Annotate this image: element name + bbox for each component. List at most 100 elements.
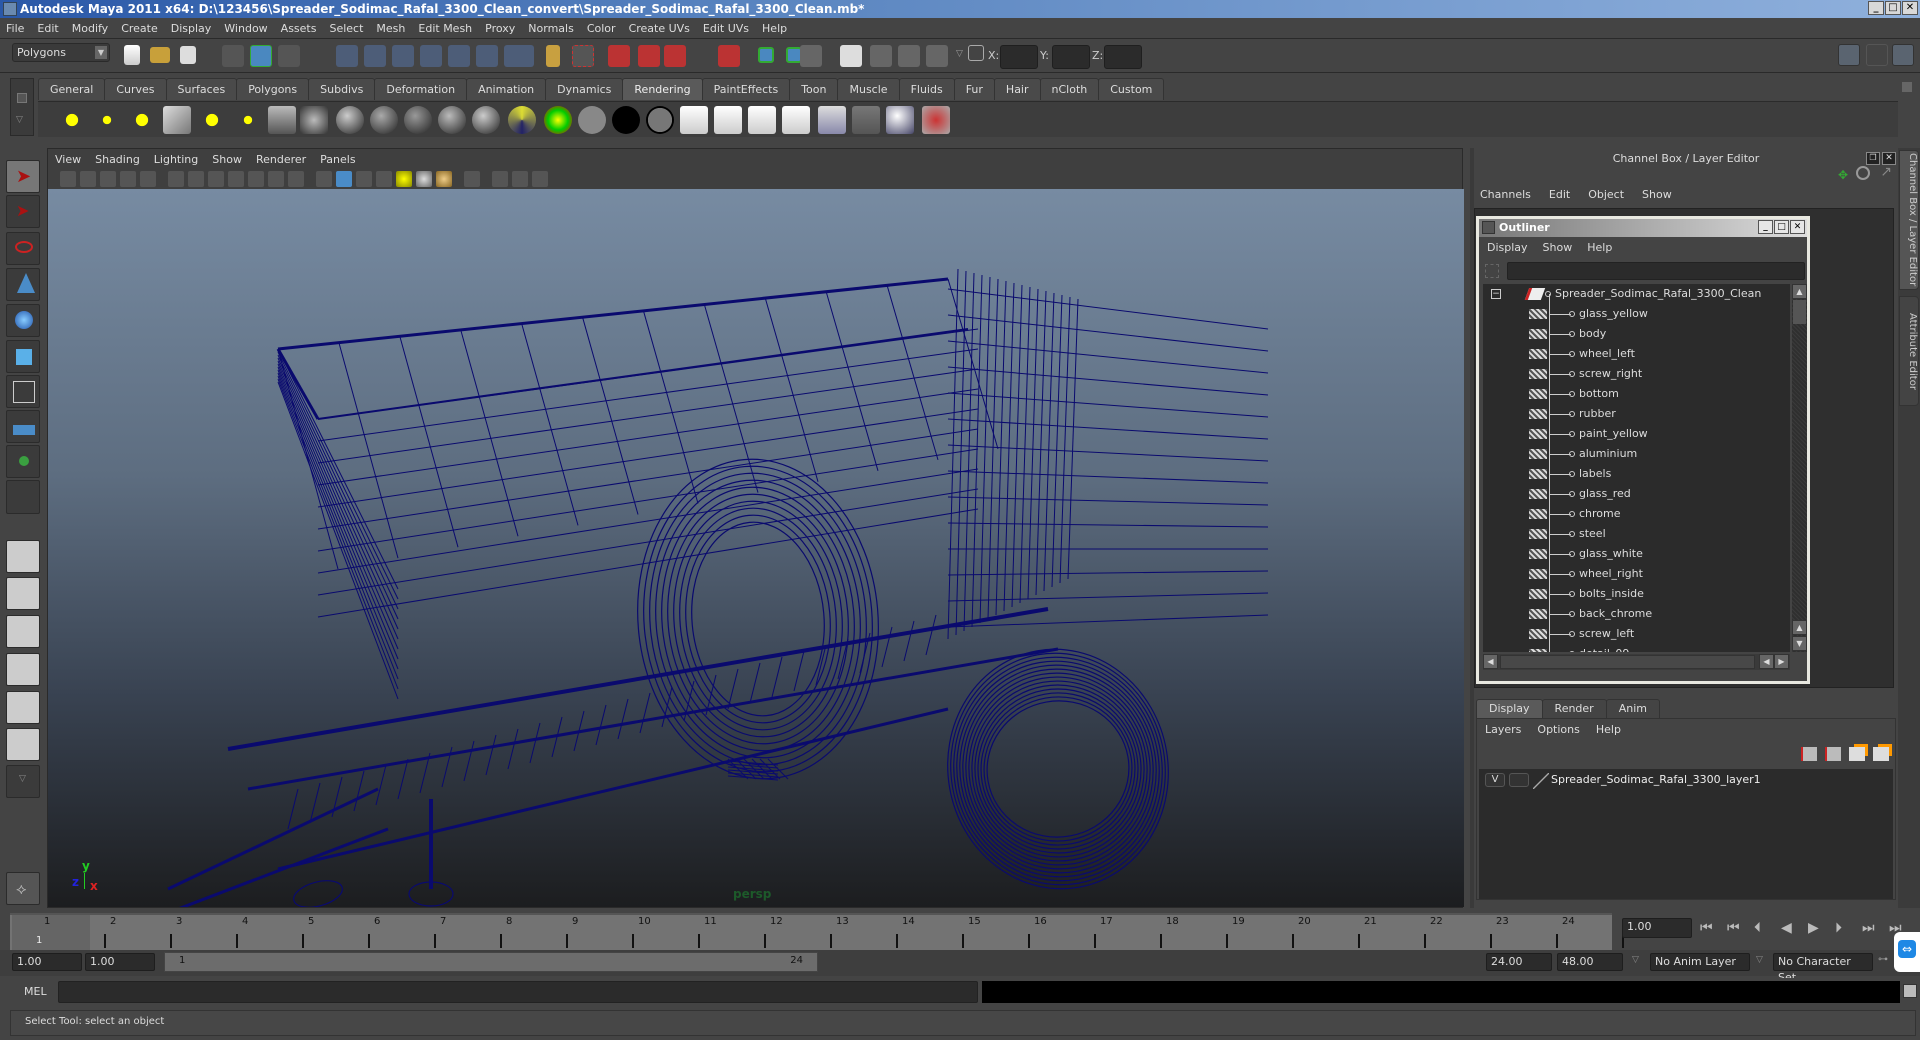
shelf-tab-hair[interactable]: Hair xyxy=(993,78,1041,100)
hypershade-icon[interactable] xyxy=(818,106,846,134)
shelf-tab-polygons[interactable]: Polygons xyxy=(236,78,310,100)
outliner-title-bar[interactable]: Outliner _ □ ✕ xyxy=(1479,219,1807,237)
isolate-select-icon[interactable] xyxy=(464,171,480,187)
shelf-tab-fluids[interactable]: Fluids xyxy=(898,78,955,100)
layer-display-type-toggle[interactable] xyxy=(1509,773,1529,787)
shelf-tab-painteffects[interactable]: PaintEffects xyxy=(701,78,791,100)
history-icon[interactable] xyxy=(476,45,498,67)
last-tool-button[interactable] xyxy=(6,480,40,514)
shelf-tab-fur[interactable]: Fur xyxy=(953,78,995,100)
blinn-icon[interactable] xyxy=(336,106,364,134)
channel-box-menu-channels[interactable]: Channels xyxy=(1480,188,1531,201)
z-input[interactable] xyxy=(1104,45,1142,69)
transform-input-icon[interactable] xyxy=(968,45,984,61)
outliner-item-chrome[interactable]: chrome xyxy=(1483,504,1790,524)
outliner-item-paint-yellow[interactable]: paint_yellow xyxy=(1483,424,1790,444)
render-layer-remove-icon[interactable] xyxy=(852,106,880,134)
scroll-down-icon[interactable]: ▼ xyxy=(1792,636,1807,651)
camera-zoom-icon[interactable] xyxy=(140,171,156,187)
menu-set-select[interactable]: Polygons ▼ xyxy=(12,43,110,62)
xray-joints-icon[interactable] xyxy=(512,171,528,187)
scroll-left-icon[interactable]: ◀ xyxy=(1759,654,1774,669)
viewport-menu-show[interactable]: Show xyxy=(212,153,242,166)
layer-menu-help[interactable]: Help xyxy=(1596,723,1621,736)
maya-logo-button[interactable]: ⟡ xyxy=(6,872,40,905)
channel-box-menu-object[interactable]: Object xyxy=(1588,188,1624,201)
render-view-icon[interactable] xyxy=(300,106,328,134)
menu-assets[interactable]: Assets xyxy=(281,22,317,35)
menu-file[interactable]: File xyxy=(6,22,24,35)
persp-graph-layout-button[interactable] xyxy=(6,653,40,686)
menu-edit-uvs[interactable]: Edit UVs xyxy=(703,22,749,35)
paint-effects-icon[interactable] xyxy=(922,106,950,134)
open-scene-icon[interactable] xyxy=(150,47,170,63)
layer-tab-anim[interactable]: Anim xyxy=(1605,699,1660,718)
close-button[interactable]: ✕ xyxy=(1902,1,1918,15)
step-forward-frame-button[interactable]: ⏵ xyxy=(1835,920,1842,936)
scroll-up-icon[interactable]: ▲ xyxy=(1792,284,1807,299)
scroll-right-icon[interactable]: ▶ xyxy=(1774,654,1789,669)
ipr-render-icon[interactable] xyxy=(898,45,920,67)
wireframe-on-shaded-icon[interactable] xyxy=(356,171,372,187)
channel-box-menu-edit[interactable]: Edit xyxy=(1549,188,1570,201)
move-layer-up-icon[interactable] xyxy=(1801,747,1817,761)
render-settings-icon[interactable] xyxy=(926,45,948,67)
time-slider[interactable]: 1 1 2 3 4 5 6 7 8 9 10 11 12 13 14 15 16 17 18 19 20 21 22 23 2… xyxy=(10,913,1624,950)
teamviewer-badge[interactable]: ⇔ xyxy=(1894,932,1920,972)
ambient-light-icon[interactable] xyxy=(58,106,86,134)
scroll-left-icon[interactable]: ◀ xyxy=(1483,654,1498,669)
shadow-matte-icon[interactable] xyxy=(646,106,674,134)
render-settings-icon[interactable] xyxy=(782,106,810,134)
outliner-item-back-chrome[interactable]: back_chrome xyxy=(1483,604,1790,624)
outliner-item-labels[interactable]: labels xyxy=(1483,464,1790,484)
outliner-maximize-button[interactable]: □ xyxy=(1774,220,1789,234)
scroll-thumb[interactable] xyxy=(1793,300,1806,324)
hud-icon[interactable] xyxy=(532,171,548,187)
snap-grid-icon[interactable] xyxy=(336,45,358,67)
lock-icon[interactable] xyxy=(546,45,560,67)
outliner-menu-help[interactable]: Help xyxy=(1587,241,1612,254)
viewport-menu-shading[interactable]: Shading xyxy=(95,153,140,166)
outliner-item-glass-red[interactable]: glass_red xyxy=(1483,484,1790,504)
anisotropic-icon[interactable] xyxy=(472,106,500,134)
resolution-gate-icon[interactable] xyxy=(208,171,224,187)
layout-options-button[interactable]: ▽ xyxy=(6,765,40,798)
tool-settings-toggle-icon[interactable] xyxy=(1866,44,1888,66)
outliner-close-button[interactable]: ✕ xyxy=(1790,220,1805,234)
outliner-menu-show[interactable]: Show xyxy=(1543,241,1573,254)
gate-mask-icon[interactable] xyxy=(228,171,244,187)
outliner-item-rubber[interactable]: rubber xyxy=(1483,404,1790,424)
layer-color-swatch[interactable] xyxy=(1533,773,1549,789)
image-plane-icon[interactable] xyxy=(120,171,136,187)
shelf-tab-curves[interactable]: Curves xyxy=(104,78,167,100)
move-layer-down-icon[interactable] xyxy=(1825,747,1841,761)
step-back-frame-button[interactable]: ⏴ xyxy=(1754,920,1761,936)
menu-window[interactable]: Window xyxy=(224,22,267,35)
anim-layer-select[interactable]: No Anim Layer xyxy=(1650,953,1750,971)
default-lighting-icon[interactable] xyxy=(396,171,412,187)
spot-light-icon[interactable] xyxy=(163,106,191,134)
play-backwards-button[interactable]: ◀ xyxy=(1781,920,1792,936)
step-forward-key-button[interactable]: ⏭ xyxy=(1862,920,1875,936)
viewport-menu-renderer[interactable]: Renderer xyxy=(256,153,306,166)
phong-e-icon[interactable] xyxy=(438,106,466,134)
phong-icon[interactable] xyxy=(404,106,432,134)
use-background-icon[interactable] xyxy=(612,106,640,134)
new-empty-layer-icon[interactable] xyxy=(1849,747,1865,761)
shelf-tab-deformation[interactable]: Deformation xyxy=(374,78,468,100)
persp-outliner-layout-button[interactable] xyxy=(6,615,40,648)
range-slider[interactable]: 1 24 xyxy=(164,952,818,972)
snap-point-icon[interactable] xyxy=(392,45,414,67)
shelf-tab-muscle[interactable]: Muscle xyxy=(837,78,900,100)
layer-tab-display[interactable]: Display xyxy=(1476,699,1543,718)
menu-modify[interactable]: Modify xyxy=(72,22,108,35)
rotate-tool-button[interactable] xyxy=(6,304,40,337)
shelf-tab-rendering[interactable]: Rendering xyxy=(622,78,703,100)
scale-tool-button[interactable] xyxy=(6,340,40,373)
tab-attribute-editor[interactable]: Attribute Editor xyxy=(1899,296,1919,406)
float-panel-icon[interactable]: ❐ xyxy=(1866,152,1880,165)
speed-icon[interactable] xyxy=(1856,166,1870,180)
safe-title-icon[interactable] xyxy=(288,171,304,187)
playback-start-field[interactable]: 1.00 xyxy=(85,953,155,971)
bookmark-icon[interactable] xyxy=(100,171,116,187)
